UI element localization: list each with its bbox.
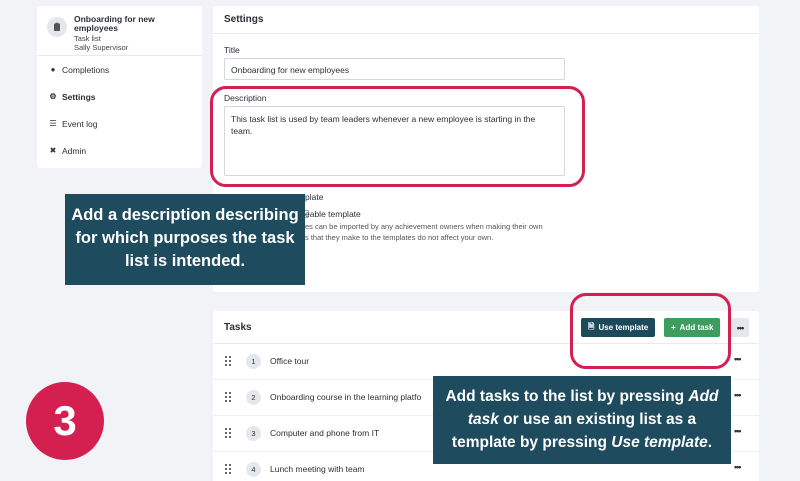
drag-handle-icon[interactable] bbox=[225, 464, 233, 474]
drag-handle-icon[interactable] bbox=[225, 428, 233, 438]
task-name[interactable]: Computer and phone from IT bbox=[270, 428, 379, 438]
description-highlight bbox=[210, 86, 585, 187]
person-icon: ● bbox=[50, 65, 56, 74]
sidebar: Onboarding for new employees Task list S… bbox=[37, 6, 202, 168]
title-input[interactable]: Onboarding for new employees bbox=[224, 58, 565, 80]
task-more-button[interactable]: ••• bbox=[734, 390, 742, 400]
tasks-tip-callout: Add tasks to the list by pressing Add ta… bbox=[433, 376, 731, 464]
sidebar-item-label: Admin bbox=[62, 145, 87, 156]
task-more-button[interactable]: ••• bbox=[734, 462, 742, 472]
sidebar-item-label: Completions bbox=[62, 64, 110, 75]
sidebar-item-settings[interactable]: ⚙ Settings bbox=[37, 83, 202, 110]
tasks-tip-emphasis-use-template: Use template bbox=[611, 434, 708, 451]
buttons-highlight bbox=[570, 293, 731, 369]
task-more-button[interactable]: ••• bbox=[734, 426, 742, 436]
task-number: 1 bbox=[246, 354, 261, 369]
template-help-line2: s that they make to the templates do not… bbox=[305, 233, 494, 242]
description-tip-text: Add a description describing for which p… bbox=[71, 206, 299, 270]
sidebar-item-admin[interactable]: ✖ Admin bbox=[37, 137, 202, 164]
task-number: 4 bbox=[246, 462, 261, 477]
more-options-button[interactable]: ••• bbox=[731, 318, 749, 337]
template-checkbox-label: eable template bbox=[305, 209, 361, 219]
sidebar-item-label: Event log bbox=[62, 118, 98, 129]
tools-icon: ✖ bbox=[49, 146, 57, 155]
gear-icon: ⚙ bbox=[49, 92, 57, 101]
drag-handle-icon[interactable] bbox=[225, 392, 233, 402]
task-number: 3 bbox=[246, 426, 261, 441]
sidebar-item-event-log[interactable]: ☰ Event log bbox=[37, 110, 202, 137]
sidebar-item-label: Settings bbox=[62, 91, 96, 102]
tasks-heading: Tasks bbox=[224, 322, 252, 333]
sidebar-item-completions[interactable]: ● Completions bbox=[37, 56, 202, 83]
sidebar-list-title: Onboarding for new employees bbox=[74, 14, 155, 34]
template-label: plate bbox=[305, 192, 324, 202]
step-number-badge: 3 bbox=[26, 382, 104, 460]
task-name[interactable]: Lunch meeting with team bbox=[270, 464, 365, 474]
tasks-tip-text-1: Add tasks to the list by pressing bbox=[445, 388, 689, 405]
task-number: 2 bbox=[246, 390, 261, 405]
sidebar-owner: Sally Supervisor bbox=[74, 42, 129, 52]
clipboard-icon bbox=[47, 17, 67, 37]
task-name[interactable]: Office tour bbox=[270, 356, 309, 366]
settings-heading: Settings bbox=[213, 6, 759, 34]
drag-handle-icon[interactable] bbox=[225, 356, 233, 366]
task-name[interactable]: Onboarding course in the learning platfo bbox=[270, 392, 421, 402]
list-icon: ☰ bbox=[49, 119, 57, 128]
task-more-button[interactable]: ••• bbox=[734, 354, 742, 364]
template-help-line1: es can be imported by any achievement ow… bbox=[305, 222, 543, 231]
tasks-tip-text-end: . bbox=[707, 434, 713, 451]
title-label: Title bbox=[224, 45, 240, 55]
sidebar-list-type: Task list bbox=[74, 33, 101, 43]
description-tip-callout: Add a description describing for which p… bbox=[65, 194, 305, 285]
sidebar-header: Onboarding for new employees Task list S… bbox=[37, 6, 202, 56]
